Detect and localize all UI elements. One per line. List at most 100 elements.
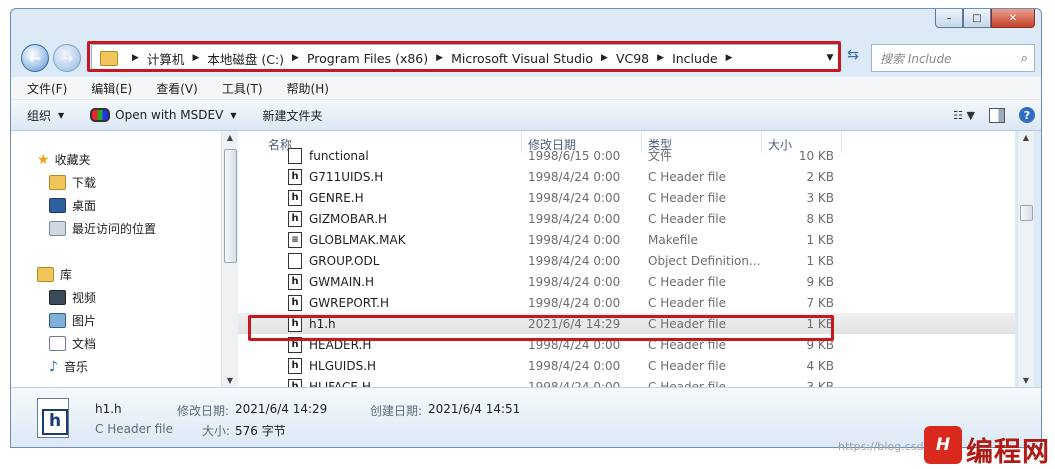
menu-item[interactable]: 编辑(E) (75, 80, 140, 97)
new-folder-button[interactable]: 新建文件夹 (246, 107, 332, 124)
preview-pane-icon[interactable] (989, 107, 1005, 123)
menu-item[interactable]: 文件(F) (11, 80, 75, 97)
music-icon: ♪ (49, 358, 58, 375)
explorer-window: – □ ✕ ← → ▶ 计算机 ▶ 本地磁盘 (C:) ▶ Program Files (… (10, 8, 1042, 448)
help-icon[interactable]: ? (1019, 107, 1035, 123)
file-name: GENRE.H (309, 190, 364, 205)
forward-button[interactable]: → (53, 44, 81, 72)
file-date: 1998/4/24 0:00 (528, 232, 621, 247)
file-name: HEADER.H (309, 337, 372, 352)
sidebar-item-music[interactable]: ♪ 音乐 (49, 358, 88, 375)
open-with-label: Open with MSDEV (115, 108, 224, 122)
sidebar-item-recent-places[interactable]: 最近访问的位置 (49, 220, 156, 237)
file-name-cell: h HEADER.H (288, 336, 372, 353)
documents-icon (49, 336, 66, 351)
back-button[interactable]: ← (21, 44, 49, 72)
breadcrumb-separator-icon[interactable]: ▶ (124, 53, 147, 63)
breadcrumb-item[interactable]: Program Files (x86) (307, 51, 428, 66)
file-size: 10 KB (798, 148, 834, 163)
file-row[interactable]: h GENRE.H 1998/4/24 0:00 C Header file 3 KB (238, 187, 1015, 208)
sidebar-item-downloads[interactable]: 下载 (49, 174, 96, 191)
organize-button[interactable]: 组织 ▼ (11, 107, 74, 124)
scroll-up-icon[interactable]: ▲ (1018, 133, 1034, 142)
file-list-scrollbar[interactable]: ▲ ▼ (1017, 131, 1034, 387)
menu-item[interactable]: 工具(T) (206, 80, 271, 97)
file-row[interactable]: h HLIFACE.H 1998/4/24 0:00 C Header file 3 K… (238, 376, 1015, 387)
menu-bar: 文件(F) 编辑(E) 查看(V) 工具(T) 帮助(H) (11, 77, 1041, 100)
breadcrumb-separator-icon[interactable]: ▶ (184, 53, 207, 63)
file-row[interactable]: functional 1998/6/15 0:00 文件 10 KB (238, 145, 1015, 166)
navigation-pane: ★ 收藏夹 下载 桌面 最近访问的位置 库 视频 图片 文档 ♪ 音乐 (11, 131, 222, 387)
menu-item[interactable]: 查看(V) (140, 80, 206, 97)
search-placeholder: 搜索 Include (880, 51, 952, 66)
file-name: HLGUIDS.H (309, 358, 377, 373)
file-row[interactable]: h GWMAIN.H 1998/4/24 0:00 C Header file 9 KB (238, 271, 1015, 292)
file-row[interactable]: h h1.h 2021/6/4 14:29 C Header file 1 KB (238, 313, 1015, 334)
new-folder-label: 新建文件夹 (262, 108, 323, 123)
recent-places-icon (49, 221, 66, 236)
file-row[interactable]: h GIZMOBAR.H 1998/4/24 0:00 C Header file 8 … (238, 208, 1015, 229)
scrollbar-thumb[interactable] (224, 149, 237, 263)
file-row[interactable]: h GWREPORT.H 1998/4/24 0:00 C Header file 7 … (238, 292, 1015, 313)
scroll-down-icon[interactable]: ▼ (1018, 376, 1034, 385)
breadcrumb-item[interactable]: Include (672, 51, 718, 66)
search-box[interactable]: 搜索 Include ⌕ (871, 44, 1035, 72)
msdev-icon (90, 108, 111, 122)
file-name-cell: h HLGUIDS.H (288, 357, 377, 374)
menu-item[interactable]: 帮助(H) (271, 80, 337, 97)
file-row[interactable]: h HEADER.H 1998/4/24 0:00 C Header file 9 KB (238, 334, 1015, 355)
breadcrumb-item[interactable]: 本地磁盘 (C:) (207, 49, 284, 68)
navigation-pane-scrollbar[interactable]: ▲ ▼ (221, 131, 238, 387)
sidebar-item-desktop[interactable]: 桌面 (49, 197, 96, 214)
file-name-cell: h GWMAIN.H (288, 273, 374, 290)
file-type: C Header file (648, 295, 726, 310)
maximize-button[interactable]: □ (963, 9, 991, 28)
file-row[interactable]: GROUP.ODL 1998/4/24 0:00 Object Definition… (238, 250, 1015, 271)
file-row[interactable]: ≡ GLOBLMAK.MAK 1998/4/24 0:00 Makefile 1 KB (238, 229, 1015, 250)
file-name: functional (309, 148, 369, 163)
breadcrumb-separator-icon[interactable]: ▶ (593, 53, 616, 63)
file-type: C Header file (648, 169, 726, 184)
scrollbar-thumb[interactable] (1020, 205, 1033, 221)
breadcrumb-separator-icon[interactable]: ▶ (284, 53, 307, 63)
watermark-url: https://blog.csdn (838, 440, 931, 453)
file-row[interactable]: h HLGUIDS.H 1998/4/24 0:00 C Header file 4 K… (238, 355, 1015, 376)
sidebar-item-label: 图片 (72, 314, 97, 328)
search-icon[interactable]: ⌕ (1021, 51, 1034, 66)
address-dropdown-button[interactable]: ▼ (822, 45, 838, 71)
details-size-label: 大小: (202, 424, 231, 438)
breadcrumb-separator-icon[interactable]: ▶ (649, 53, 672, 63)
breadcrumb-separator-icon[interactable]: ▶ (428, 53, 451, 63)
breadcrumb-item[interactable]: VC98 (616, 51, 649, 66)
scroll-down-icon[interactable]: ▼ (222, 376, 238, 385)
address-bar[interactable]: ▶ 计算机 ▶ 本地磁盘 (C:) ▶ Program Files (x86) ▶ Micro… (91, 44, 839, 72)
sidebar-item-documents[interactable]: 文档 (49, 335, 96, 352)
view-options-icon[interactable]: ☷ ▼ (953, 109, 975, 122)
folder-icon (100, 50, 118, 66)
scroll-up-icon[interactable]: ▲ (222, 133, 238, 142)
sidebar-item-libraries[interactable]: 库 (37, 266, 72, 283)
file-row[interactable]: h G711UIDS.H 1998/4/24 0:00 C Header file 2 … (238, 166, 1015, 187)
sidebar-item-videos[interactable]: 视频 (49, 289, 96, 306)
sidebar-item-pictures[interactable]: 图片 (49, 312, 96, 329)
sidebar-item-label: 文档 (72, 337, 97, 351)
file-name-cell: h HLIFACE.H (288, 378, 371, 387)
breadcrumb-item[interactable]: 计算机 (147, 49, 185, 68)
file-name: GWREPORT.H (309, 295, 389, 310)
sidebar-item-favorites[interactable]: ★ 收藏夹 (37, 151, 91, 168)
breadcrumb-item[interactable]: Microsoft Visual Studio (451, 51, 593, 66)
refresh-icon[interactable]: ⇆ (843, 47, 863, 67)
minimize-button[interactable]: – (935, 9, 963, 28)
file-size: 1 KB (806, 316, 834, 331)
header-file-icon: h (288, 336, 302, 353)
file-date: 1998/4/24 0:00 (528, 190, 621, 205)
open-with-button[interactable]: Open with MSDEV ▼ (74, 108, 246, 122)
file-size: 9 KB (806, 337, 834, 352)
close-button[interactable]: ✕ (991, 9, 1035, 28)
blank-file-icon (288, 252, 302, 269)
star-icon: ★ (37, 151, 50, 168)
navigation-bar: ← → ▶ 计算机 ▶ 本地磁盘 (C:) ▶ Program Files (x86) ▶ M… (11, 41, 1041, 75)
file-size: 4 KB (806, 358, 834, 373)
library-icon (37, 267, 54, 282)
breadcrumb-separator-icon[interactable]: ▶ (718, 53, 741, 63)
